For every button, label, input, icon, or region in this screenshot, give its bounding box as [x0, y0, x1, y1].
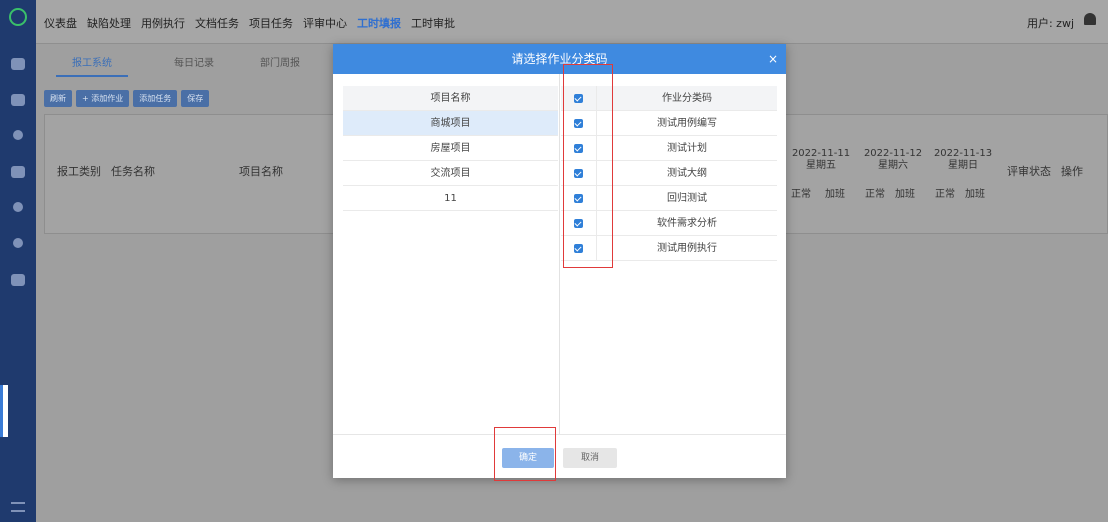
dialog-footer: 确定 取消: [333, 434, 786, 478]
document-icon[interactable]: [11, 94, 25, 106]
nav-item-project-tasks[interactable]: 项目任务: [249, 15, 293, 31]
weekday-text: 星期日: [948, 160, 978, 171]
database-icon[interactable]: [13, 238, 23, 248]
code-label: 测试计划: [667, 143, 707, 154]
date-col-3: 2022-11-13 星期日: [933, 148, 993, 172]
tab-daily-record[interactable]: 每日记录: [174, 50, 214, 77]
code-label: 软件需求分析: [657, 218, 717, 229]
overtime-label: 加班: [895, 189, 915, 200]
date-text: 2022-11-13: [933, 148, 993, 159]
project-list: 项目名称 商城项目 房屋项目 交流项目 11: [343, 86, 558, 211]
highlight-confirm-button: [494, 427, 556, 481]
main-menu: 仪表盘 缺陷处理 用例执行 文档任务 项目任务 评审中心 工时填报 工时审批: [44, 15, 465, 31]
top-navigation: 仪表盘 缺陷处理 用例执行 文档任务 项目任务 评审中心 工时填报 工时审批 用…: [36, 0, 1108, 44]
nav-item-doc-tasks[interactable]: 文档任务: [195, 15, 239, 31]
project-list-header: 项目名称: [343, 86, 558, 111]
cancel-button[interactable]: 取消: [563, 448, 617, 468]
user-label[interactable]: 用户: zwj: [1027, 15, 1074, 31]
project-row[interactable]: 商城项目: [343, 111, 558, 136]
date-col-2: 2022-11-12 星期六: [863, 148, 923, 172]
nav-item-case-execution[interactable]: 用例执行: [141, 15, 185, 31]
overtime-label: 加班: [825, 189, 845, 200]
menu-toggle-icon[interactable]: [11, 502, 25, 512]
date-text: 2022-11-12: [863, 148, 923, 159]
tab-dept-weekly[interactable]: 部门周报: [260, 50, 300, 77]
normal-label: 正常: [865, 189, 885, 200]
nav-item-timesheet-approval[interactable]: 工时审批: [411, 15, 455, 31]
date-text: 2022-11-11: [791, 148, 851, 159]
left-sidebar: [0, 0, 36, 522]
nav-item-timesheet[interactable]: 工时填报: [357, 15, 401, 31]
weekday-text: 星期六: [878, 160, 908, 171]
project-row[interactable]: 交流项目: [343, 161, 558, 186]
tab-report-system[interactable]: 报工系统: [56, 50, 128, 77]
sidebar-selected-marker: [0, 385, 8, 437]
col-operation: 操作: [1061, 165, 1083, 178]
col-review-status: 评审状态: [1007, 165, 1051, 178]
nav-item-dashboard[interactable]: 仪表盘: [44, 15, 77, 31]
bell-icon[interactable]: [1084, 13, 1096, 25]
stack-icon[interactable]: [11, 166, 25, 178]
normal-label: 正常: [935, 189, 955, 200]
sub-tabs: 报工系统 每日记录 部门周报: [56, 50, 346, 77]
code-label: 测试大纲: [667, 168, 707, 179]
save-button[interactable]: 保存: [181, 90, 210, 107]
dialog-header: 请选择作业分类码 ×: [333, 44, 786, 74]
list-icon[interactable]: [11, 274, 25, 286]
overtime-label: 加班: [965, 189, 985, 200]
weekday-text: 星期五: [806, 160, 836, 171]
close-icon[interactable]: ×: [768, 44, 778, 74]
app-logo-icon: [9, 8, 27, 26]
nav-item-defects[interactable]: 缺陷处理: [87, 15, 131, 31]
code-label: 测试用例执行: [657, 243, 717, 254]
project-row[interactable]: 11: [343, 186, 558, 211]
nav-item-review-center[interactable]: 评审中心: [303, 15, 347, 31]
highlight-checkbox-column: [563, 64, 613, 268]
date-col-1: 2022-11-11 星期五: [791, 148, 851, 172]
col-report-type: 报工类别: [57, 165, 101, 178]
normal-label: 正常: [791, 189, 811, 200]
code-label: 回归测试: [667, 193, 707, 204]
col-task-name: 任务名称: [111, 165, 155, 178]
layers-icon[interactable]: [13, 130, 23, 140]
add-job-button[interactable]: + 添加作业: [76, 90, 130, 107]
project-row[interactable]: 房屋项目: [343, 136, 558, 161]
add-task-button[interactable]: 添加任务: [133, 90, 178, 107]
category-code-dialog: 请选择作业分类码 × 项目名称 商城项目 房屋项目 交流项目 11 作业分类码 …: [333, 44, 786, 478]
circle-icon[interactable]: [13, 202, 23, 212]
code-header-label: 作业分类码: [662, 93, 712, 104]
code-label: 测试用例编写: [657, 118, 717, 129]
monitor-icon[interactable]: [11, 58, 25, 70]
toolbar: 刷新 + 添加作业 添加任务 保存: [44, 90, 210, 107]
pane-divider: [559, 74, 560, 434]
col-project-name: 项目名称: [239, 165, 283, 178]
refresh-button[interactable]: 刷新: [44, 90, 72, 107]
